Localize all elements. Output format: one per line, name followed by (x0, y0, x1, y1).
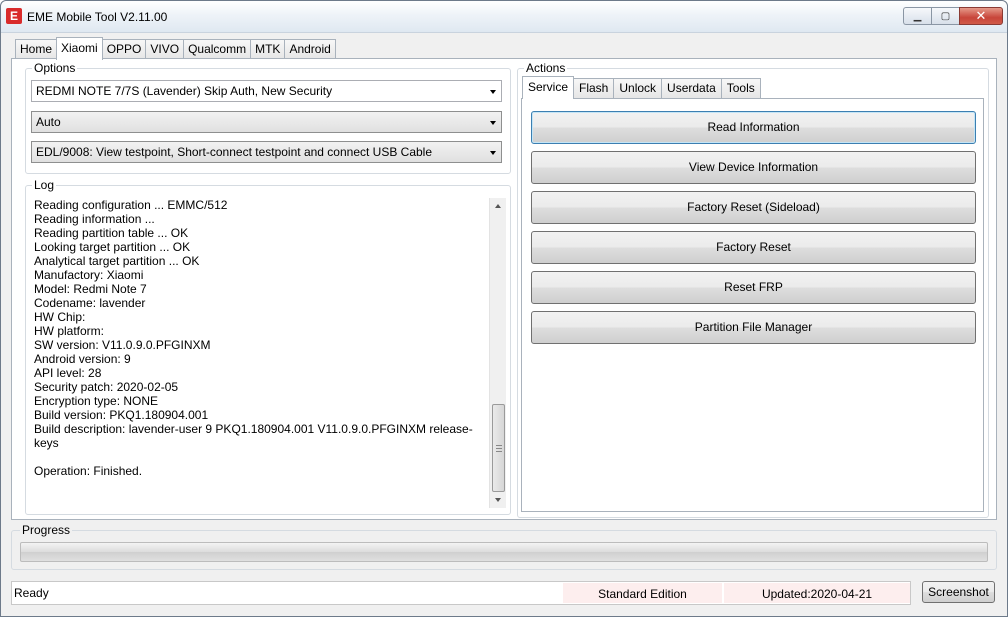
tab-oppo[interactable]: OPPO (101, 39, 147, 59)
read-information-button[interactable]: Read Information (531, 111, 976, 144)
edition-badge: Standard Edition (563, 583, 722, 603)
chevron-down-icon[interactable] (490, 121, 496, 125)
window-title: EME Mobile Tool V2.11.00 (27, 10, 168, 24)
app-window: E EME Mobile Tool V2.11.00 ▁ ▢ ✕ Home Xi… (0, 0, 1008, 617)
options-group: Options REDMI NOTE 7/7S (Lavender) Skip … (25, 61, 511, 174)
log-label: Log (32, 178, 57, 192)
model-select[interactable]: REDMI NOTE 7/7S (Lavender) Skip Auth, Ne… (31, 80, 502, 102)
tab-tools[interactable]: Tools (720, 78, 761, 98)
port-select-value: Auto (36, 115, 61, 129)
scroll-up-icon[interactable] (495, 204, 501, 208)
tab-userdata[interactable]: Userdata (661, 78, 722, 98)
grip-icon (496, 445, 502, 452)
tab-xiaomi[interactable]: Xiaomi (56, 37, 103, 60)
model-select-value: REDMI NOTE 7/7S (Lavender) Skip Auth, Ne… (36, 84, 333, 98)
view-device-information-button[interactable]: View Device Information (531, 151, 976, 184)
log-group: Log Reading configuration ... EMMC/512 R… (25, 178, 511, 515)
factory-reset-button[interactable]: Factory Reset (531, 231, 976, 264)
scroll-down-icon[interactable] (495, 498, 501, 502)
close-icon[interactable]: ✕ (959, 7, 1003, 25)
chevron-down-icon[interactable] (490, 151, 496, 155)
mode-select-value: EDL/9008: View testpoint, Short-connect … (36, 145, 433, 159)
minimize-icon[interactable]: ▁ (903, 7, 931, 25)
chevron-down-icon[interactable] (490, 90, 496, 94)
actions-tab-strip: Service Flash Unlock Userdata Tools (522, 76, 761, 99)
tab-qualcomm[interactable]: Qualcomm (183, 39, 252, 59)
eme-app-icon: E (6, 8, 22, 24)
reset-frp-button[interactable]: Reset FRP (531, 271, 976, 304)
status-text: Ready (14, 586, 49, 600)
options-label: Options (32, 61, 78, 75)
actions-label: Actions (524, 61, 568, 75)
tab-unlock[interactable]: Unlock (613, 78, 663, 98)
progress-label: Progress (20, 523, 73, 537)
tab-home[interactable]: Home (15, 39, 58, 59)
tab-service[interactable]: Service (522, 76, 575, 99)
tab-mtk[interactable]: MTK (250, 39, 286, 59)
partition-file-manager-button[interactable]: Partition File Manager (531, 311, 976, 344)
updated-date: Updated:2020-04-21 (724, 583, 910, 603)
tab-vivo[interactable]: VIVO (145, 39, 185, 59)
scroll-thumb[interactable] (492, 404, 505, 492)
factory-reset-sideload-button[interactable]: Factory Reset (Sideload) (531, 191, 976, 224)
status-bar: Ready Standard Edition Updated:2020-04-2… (11, 581, 911, 605)
main-tab-strip: Home Xiaomi OPPO VIVO Qualcomm MTK Andro… (15, 37, 336, 60)
log-output[interactable]: Reading configuration ... EMMC/512 Readi… (34, 198, 489, 508)
title-bar[interactable]: E EME Mobile Tool V2.11.00 ▁ ▢ ✕ (1, 1, 1007, 33)
mode-select[interactable]: EDL/9008: View testpoint, Short-connect … (31, 141, 502, 163)
screenshot-button[interactable]: Screenshot (922, 581, 995, 603)
port-select[interactable]: Auto (31, 111, 502, 133)
maximize-icon[interactable]: ▢ (931, 7, 959, 25)
progress-bar (20, 542, 988, 562)
tab-android[interactable]: Android (284, 39, 336, 59)
service-tab-panel: Read Information View Device Information… (521, 98, 984, 512)
log-scrollbar[interactable] (489, 198, 506, 508)
tab-flash[interactable]: Flash (573, 78, 615, 98)
